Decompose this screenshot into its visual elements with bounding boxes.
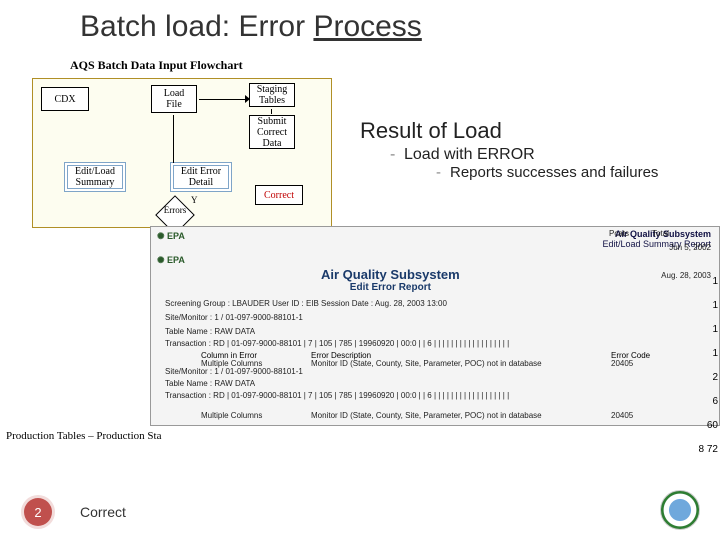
report-sitemon-2: Site/Monitor : 1 / 01-097-9000-88101-1 <box>165 367 303 376</box>
report-err2-b: Monitor ID (State, County, Site, Paramet… <box>311 411 542 420</box>
flow-box-edit-load-summary: Edit/Load Summary <box>67 165 123 189</box>
result-bullets: -Load with ERROR -Reports successes and … <box>390 146 658 181</box>
report-big-title: Air Quality Subsystem Edit Error Report <box>321 267 460 293</box>
epa-logo-icon <box>660 490 700 530</box>
slide: Batch load: Error Process AQS Batch Data… <box>0 0 720 540</box>
result-heading: Result of Load <box>360 118 502 144</box>
page-number-badge: 2 <box>24 498 52 526</box>
report-table-1: Table Name : RAW DATA <box>165 327 255 336</box>
flow-box-staging-tables: Staging Tables <box>249 83 295 107</box>
flow-arrow <box>199 99 247 100</box>
flow-box-load-file: Load File <box>151 85 197 113</box>
flowchart-panel: CDX Load File Staging Tables Submit Corr… <box>32 78 332 228</box>
bullet-load-with-error: -Load with ERROR <box>390 146 658 164</box>
report-err2-c: 20405 <box>611 411 633 420</box>
flow-arrow-head <box>245 95 250 103</box>
flow-box-correct: Correct <box>255 185 303 205</box>
col-pcats: Pcats <box>609 229 629 238</box>
report-table-2: Table Name : RAW DATA <box>165 379 255 388</box>
flow-decision-label: Errors <box>153 205 197 215</box>
flowchart-heading: AQS Batch Data Input Flowchart <box>70 58 243 73</box>
epa-wordmark: ✺ EPA <box>157 231 185 242</box>
side-numbers: 1 1 1 1 2 6 60 8 72 <box>699 270 718 462</box>
report-tx-1: Transaction : RD | 01-097-9000-88101 | 7… <box>165 339 509 348</box>
slide-title: Batch load: Error Process <box>80 10 422 44</box>
epa-wordmark-2: ✺ EPA <box>157 255 185 266</box>
bullet-reports: -Reports successes and failures <box>436 164 658 181</box>
report-screening-row: Screening Group : LBAUDER User ID : EIB … <box>165 299 447 308</box>
report-err1-c: 20405 <box>611 359 633 368</box>
flow-arrow <box>271 109 272 114</box>
title-underlined: Process <box>313 10 421 43</box>
flow-arrow <box>173 115 174 163</box>
flow-branch-yes: Y <box>191 195 198 205</box>
report-err1-b: Monitor ID (State, County, Site, Paramet… <box>311 359 542 368</box>
col-total: Total <box>652 229 669 238</box>
report-date-1: Jun 5, 2002 <box>669 243 711 252</box>
report-screenshot: ✺ EPA Air Quality Subsystem Edit/Load Su… <box>150 226 720 426</box>
report-err2-a: Multiple Columns <box>201 411 262 420</box>
report-sitemon-1: Site/Monitor : 1 / 01-097-9000-88101-1 <box>165 313 303 322</box>
bottom-correct-label: Correct <box>80 504 126 520</box>
report-tx-2: Transaction : RD | 01-097-9000-88101 | 7… <box>165 391 509 400</box>
production-tables-label: Production Tables – Production Sta <box>6 430 161 442</box>
flow-box-edit-error-detail: Edit Error Detail <box>173 165 229 189</box>
title-text: Batch load: Error <box>80 10 313 43</box>
flow-box-submit-correct-data: Submit Correct Data <box>249 115 295 149</box>
flow-box-cdx: CDX <box>41 87 89 111</box>
